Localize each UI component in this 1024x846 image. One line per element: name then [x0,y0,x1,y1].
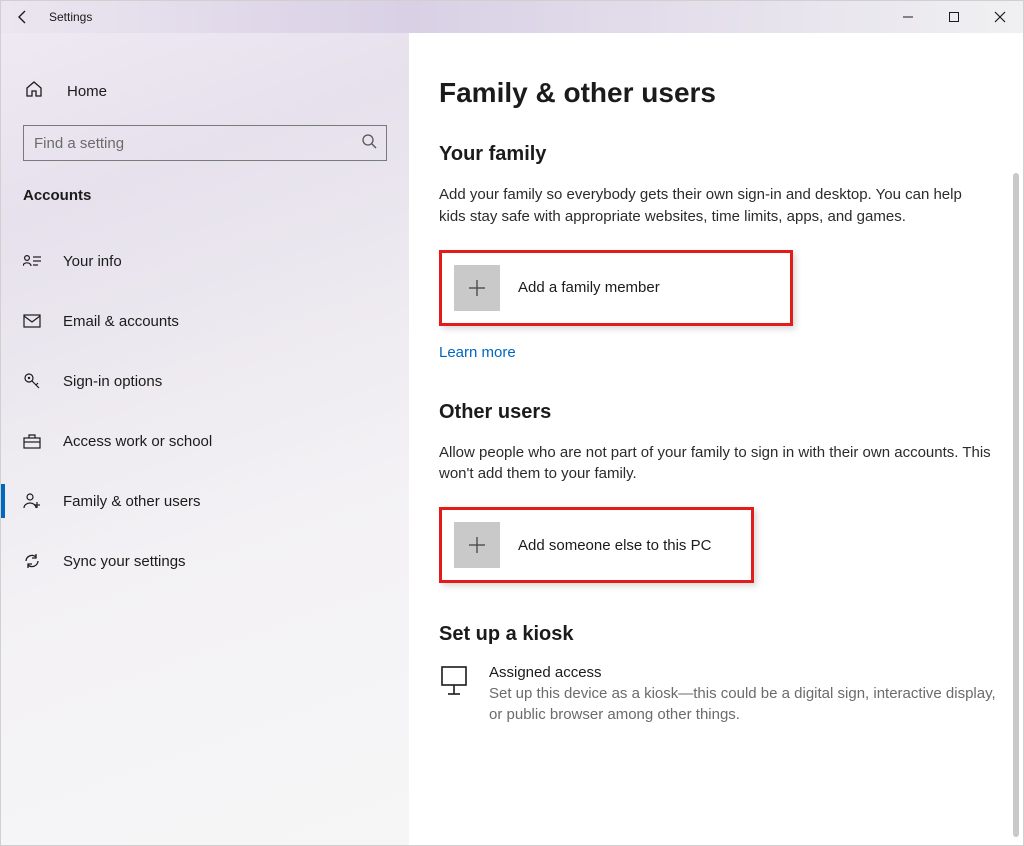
window-controls [885,1,1023,33]
kiosk-icon [439,664,469,703]
sidebar-item-label: Access work or school [63,433,212,450]
sidebar-item-work-school[interactable]: Access work or school [1,418,409,464]
sidebar-item-label: Sync your settings [63,553,186,570]
home-icon [25,80,43,102]
family-section: Your family Add your family so everybody… [439,143,1005,361]
search-wrap [23,125,387,161]
window-title: Settings [49,10,92,24]
kiosk-text: Assigned access Set up this device as a … [489,664,999,725]
content-pane: Family & other users Your family Add you… [409,33,1023,845]
close-button[interactable] [977,1,1023,33]
highlight-add-other: Add someone else to this PC [439,507,754,583]
mail-icon [23,314,41,328]
window-body: Home Accounts Your info [1,33,1023,845]
kiosk-section: Set up a kiosk Assigned access Set up th… [439,623,1005,725]
scrollbar[interactable] [1013,173,1019,837]
page-title: Family & other users [439,77,1005,109]
kiosk-item-title: Assigned access [489,664,999,681]
sidebar: Home Accounts Your info [1,33,409,845]
sidebar-item-sync-settings[interactable]: Sync your settings [1,538,409,584]
sidebar-item-label: Family & other users [63,493,201,510]
briefcase-icon [23,433,41,449]
add-other-user-button[interactable]: Add someone else to this PC [446,514,721,576]
search-input[interactable] [23,125,387,161]
add-other-label: Add someone else to this PC [518,537,711,554]
back-button[interactable] [1,1,45,33]
sidebar-home[interactable]: Home [1,69,409,113]
sidebar-category: Accounts [1,179,409,224]
add-family-member-button[interactable]: Add a family member [446,257,670,319]
sidebar-nav: Your info Email & accounts Sign-in optio… [1,238,409,584]
sidebar-item-email-accounts[interactable]: Email & accounts [1,298,409,344]
kiosk-item-desc: Set up this device as a kiosk—this could… [489,683,999,725]
other-users-section: Other users Allow people who are not par… [439,401,1005,584]
family-description: Add your family so everybody gets their … [439,184,991,228]
add-family-label: Add a family member [518,279,660,296]
key-icon [23,372,41,390]
sidebar-item-family-other-users[interactable]: Family & other users [1,478,409,524]
maximize-icon [948,11,960,23]
arrow-left-icon [15,9,31,25]
close-icon [994,11,1006,23]
assigned-access-button[interactable]: Assigned access Set up this device as a … [439,664,999,725]
maximize-button[interactable] [931,1,977,33]
other-users-heading: Other users [439,401,1005,424]
settings-window: Settings Home [0,0,1024,846]
kiosk-heading: Set up a kiosk [439,623,1005,646]
plus-icon [454,265,500,311]
sidebar-item-your-info[interactable]: Your info [1,238,409,284]
sidebar-home-label: Home [67,83,107,100]
learn-more-link[interactable]: Learn more [439,344,1005,361]
family-heading: Your family [439,143,1005,166]
sidebar-item-label: Your info [63,253,122,270]
minimize-button[interactable] [885,1,931,33]
other-users-description: Allow people who are not part of your fa… [439,442,991,486]
plus-icon [454,522,500,568]
minimize-icon [902,11,914,23]
sidebar-item-signin-options[interactable]: Sign-in options [1,358,409,404]
sidebar-item-label: Email & accounts [63,313,179,330]
content-inner: Family & other users Your family Add you… [439,77,1005,845]
titlebar: Settings [1,1,1023,33]
sidebar-item-label: Sign-in options [63,373,162,390]
highlight-add-family: Add a family member [439,250,793,326]
person-card-icon [23,254,41,268]
sync-icon [23,552,41,570]
people-plus-icon [23,492,41,510]
